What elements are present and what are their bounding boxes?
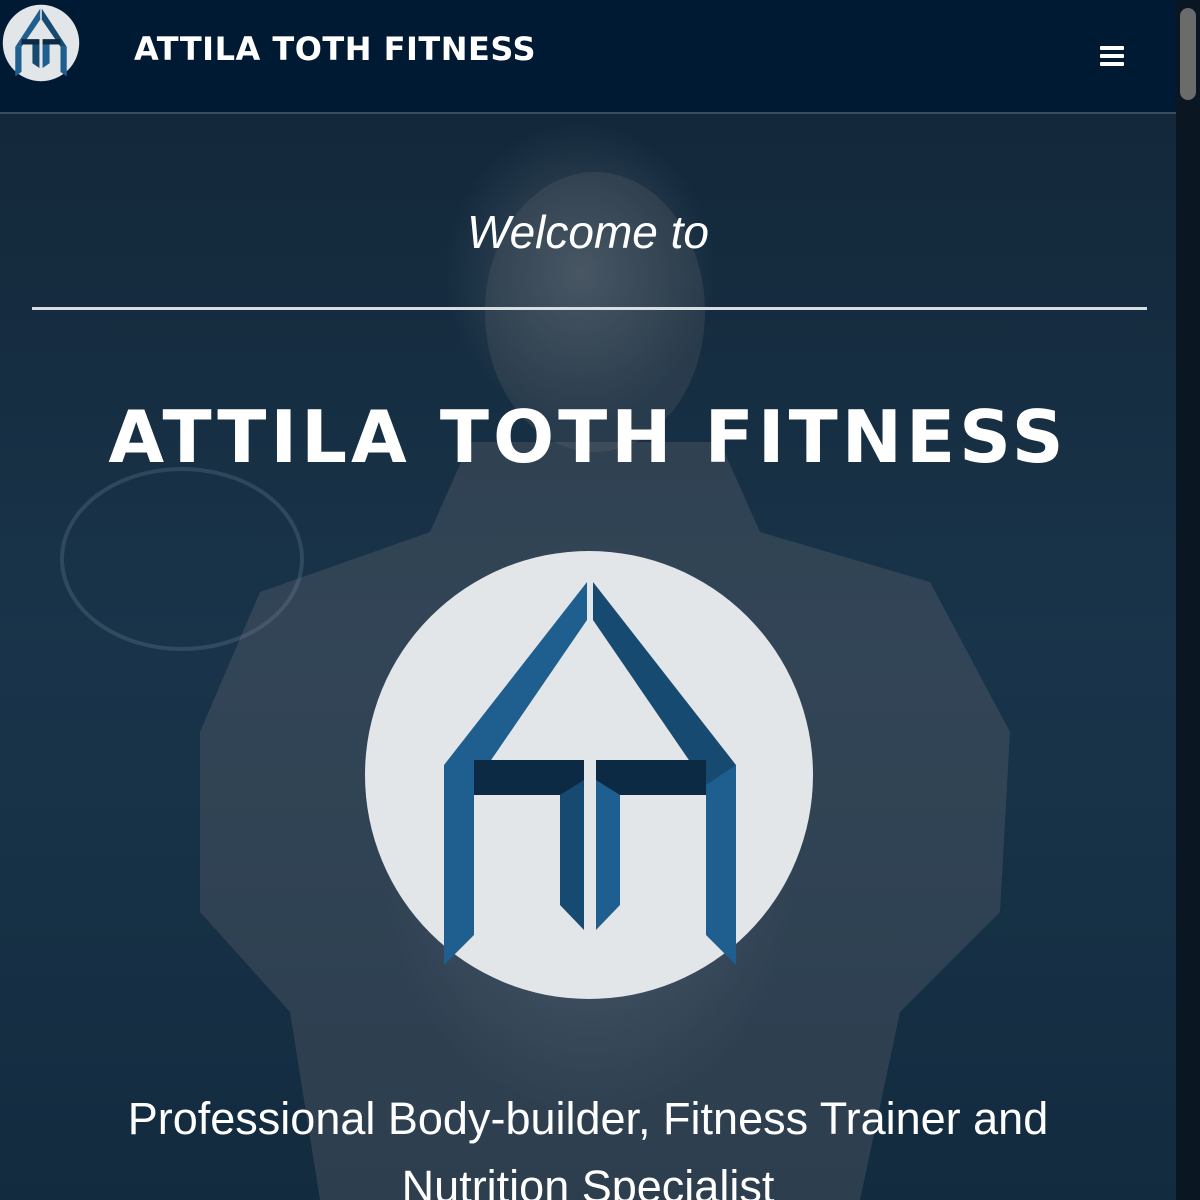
navbar: ATTILA TOTH FITNESS [0,0,1176,114]
welcome-text: Welcome to [466,206,710,258]
hero-section: Welcome to ATTILA TOTH FITNESS Professio… [0,112,1176,1200]
scrollbar-thumb[interactable] [1180,8,1196,100]
hero-divider [32,307,1147,310]
hero-subtitle: Professional Body-builder, Fitness Train… [127,1093,1049,1200]
atf-logo-icon [365,551,813,999]
hamburger-bar [1100,62,1124,66]
hamburger-bar [1100,46,1124,50]
hamburger-bar [1100,54,1124,58]
hamburger-menu-icon[interactable] [1100,46,1126,68]
atf-logo-icon[interactable] [2,4,80,82]
scrollbar[interactable] [1176,0,1200,1200]
hero-title: ATTILA TOTH FITNESS [108,395,1068,479]
page: ATTILA TOTH FITNESS Welcome to ATTILA TO… [0,0,1200,1200]
nav-brand-link[interactable]: ATTILA TOTH FITNESS [134,30,536,68]
